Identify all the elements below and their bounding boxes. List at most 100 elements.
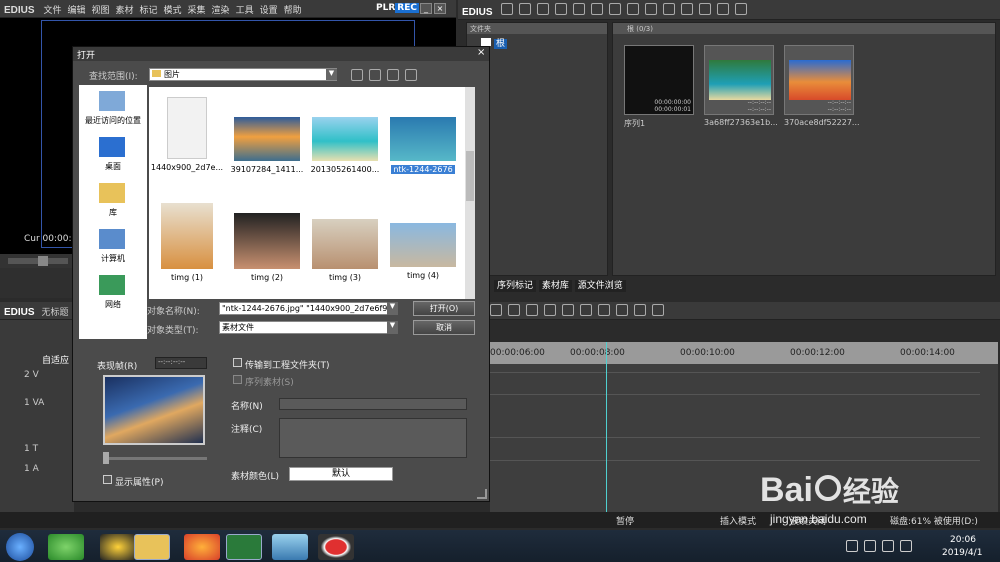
file-item[interactable]: 39107284_1411... (229, 117, 305, 174)
file-list[interactable]: 1440x900_2d7e... 39107284_1411... 201305… (149, 87, 475, 299)
track-1va[interactable]: 1 VA (24, 398, 44, 408)
timeline-ruler[interactable]: 00:00:06:00 00:00:08:00 00:00:10:00 00:0… (490, 342, 998, 364)
filetype-dropdown-icon[interactable]: ▼ (387, 321, 398, 334)
keyboard-icon[interactable] (846, 540, 858, 552)
copy-icon[interactable] (627, 3, 640, 15)
menu-marker[interactable]: 标记 (140, 3, 158, 16)
file-list-scrollbar[interactable] (465, 87, 475, 299)
place-desktop[interactable]: 桌面 (79, 161, 147, 172)
delete-icon[interactable] (681, 3, 694, 15)
add-clip-icon[interactable] (555, 3, 568, 15)
track-2v[interactable]: 2 V (24, 370, 39, 380)
filename-input[interactable]: "ntk-1244-2676.jpg" "1440x900_2d7e6f9 (219, 302, 397, 315)
volume-icon[interactable] (900, 540, 912, 552)
tab-sequence-markers[interactable]: 序列标记 (494, 280, 537, 292)
menu-mode[interactable]: 模式 (164, 3, 182, 16)
place-recent[interactable]: 最近访问的位置 (79, 115, 147, 126)
window-icon[interactable] (652, 304, 664, 316)
record-icon[interactable] (634, 304, 646, 316)
view-menu-icon[interactable] (405, 69, 417, 81)
track-1a[interactable]: 1 A (24, 464, 39, 474)
file-item[interactable]: timg (3) (307, 219, 383, 282)
cut-icon[interactable] (609, 3, 622, 15)
color-button[interactable]: 默认 (289, 467, 393, 481)
file-item[interactable]: timg (1) (149, 203, 225, 282)
scrollbar-thumb[interactable] (466, 151, 474, 201)
edit-icon[interactable] (490, 304, 502, 316)
menu-icon[interactable] (735, 3, 748, 15)
up-icon[interactable] (537, 3, 550, 15)
menu-file[interactable]: 文件 (43, 3, 61, 16)
cancel-button[interactable]: 取消 (413, 320, 475, 335)
comment-textarea[interactable] (279, 418, 467, 458)
playhead[interactable] (606, 342, 607, 512)
track-1t[interactable]: 1 T (24, 444, 38, 454)
resize-grip-icon[interactable] (477, 489, 487, 499)
usb-icon[interactable] (864, 540, 876, 552)
render-icon[interactable] (580, 304, 592, 316)
menu-edit[interactable]: 编辑 (67, 3, 85, 16)
title-tool-icon[interactable] (544, 304, 556, 316)
properties-icon[interactable] (699, 3, 712, 15)
plr-rec-toggle[interactable]: PLR REC (376, 3, 419, 13)
tab-library[interactable]: 素材库 (538, 280, 572, 292)
menu-render[interactable]: 渲染 (212, 3, 230, 16)
clock-time[interactable]: 20:06 (950, 535, 976, 545)
place-computer[interactable]: 计算机 (79, 253, 147, 264)
preview-slider[interactable] (103, 452, 207, 464)
paste-icon[interactable] (645, 3, 658, 15)
show-props-checkbox[interactable] (103, 475, 112, 484)
place-network[interactable]: 网络 (79, 299, 147, 310)
network-tray-icon[interactable] (882, 540, 894, 552)
grid-icon[interactable] (598, 304, 610, 316)
file-item[interactable]: 201305261400... (307, 117, 383, 174)
transfer-checkbox[interactable] (233, 358, 242, 367)
file-item[interactable]: timg (4) (385, 223, 461, 280)
search-icon[interactable] (519, 3, 532, 15)
color-bars-icon[interactable] (591, 3, 604, 15)
preview-slider-thumb[interactable] (103, 452, 109, 464)
split-icon[interactable] (526, 304, 538, 316)
file-item[interactable]: 1440x900_2d7e... (149, 97, 225, 172)
view-icon[interactable] (717, 3, 730, 15)
taskbar-app-record-icon[interactable] (318, 534, 354, 560)
name-input[interactable] (279, 398, 467, 410)
clip-image2[interactable]: --:--:--:-- --:--:--:-- (784, 45, 854, 115)
taskbar-app-explorer-icon[interactable] (134, 534, 170, 560)
menu-tools[interactable]: 工具 (236, 3, 254, 16)
status-insert[interactable]: 插入模式 (720, 514, 756, 527)
filetype-select[interactable]: 素材文件 (219, 321, 397, 334)
file-item-selected[interactable]: ntk-1244-2676 (385, 117, 461, 174)
file-item[interactable]: timg (2) (229, 213, 305, 282)
autofit-label[interactable]: 自适应 (42, 353, 69, 366)
menu-clip[interactable]: 素材 (115, 3, 133, 16)
close-icon[interactable]: × (434, 3, 446, 14)
mic-icon[interactable] (562, 304, 574, 316)
taskbar-app-360-icon[interactable] (48, 534, 84, 560)
back-icon[interactable] (351, 69, 363, 81)
lookin-select[interactable]: 图片 (149, 68, 337, 81)
taskbar-app-tool-icon[interactable] (272, 534, 308, 560)
clip-sequence1[interactable]: 00:00:00:00 00:00:00:01 (624, 45, 694, 115)
minimize-icon[interactable]: _ (420, 3, 432, 14)
tab-source-browser[interactable]: 源文件浏览 (574, 280, 626, 292)
new-folder-icon[interactable] (387, 69, 399, 81)
chevron-down-icon[interactable]: ▼ (326, 69, 337, 80)
start-button[interactable] (6, 533, 34, 561)
title-icon[interactable] (573, 3, 586, 15)
up-folder-icon[interactable] (369, 69, 381, 81)
menu-settings[interactable]: 设置 (260, 3, 278, 16)
timeline-area[interactable]: 00:00:06:00 00:00:08:00 00:00:10:00 00:0… (490, 342, 998, 512)
taskbar-app-firefox-icon[interactable] (184, 534, 220, 560)
add-to-timeline-icon[interactable] (663, 3, 676, 15)
dialog-close-icon[interactable]: × (477, 47, 485, 58)
place-library[interactable]: 库 (79, 207, 147, 218)
clip-image1[interactable]: --:--:--:-- --:--:--:-- (704, 45, 774, 115)
filename-dropdown-icon[interactable]: ▼ (387, 302, 398, 315)
clock-date[interactable]: 2019/4/1 (942, 548, 982, 558)
mixer-icon[interactable] (616, 304, 628, 316)
menu-view[interactable]: 视图 (91, 3, 109, 16)
taskbar-app-edius-icon[interactable] (226, 534, 262, 560)
trim-icon[interactable] (508, 304, 520, 316)
open-button[interactable]: 打开(O) (413, 301, 475, 316)
